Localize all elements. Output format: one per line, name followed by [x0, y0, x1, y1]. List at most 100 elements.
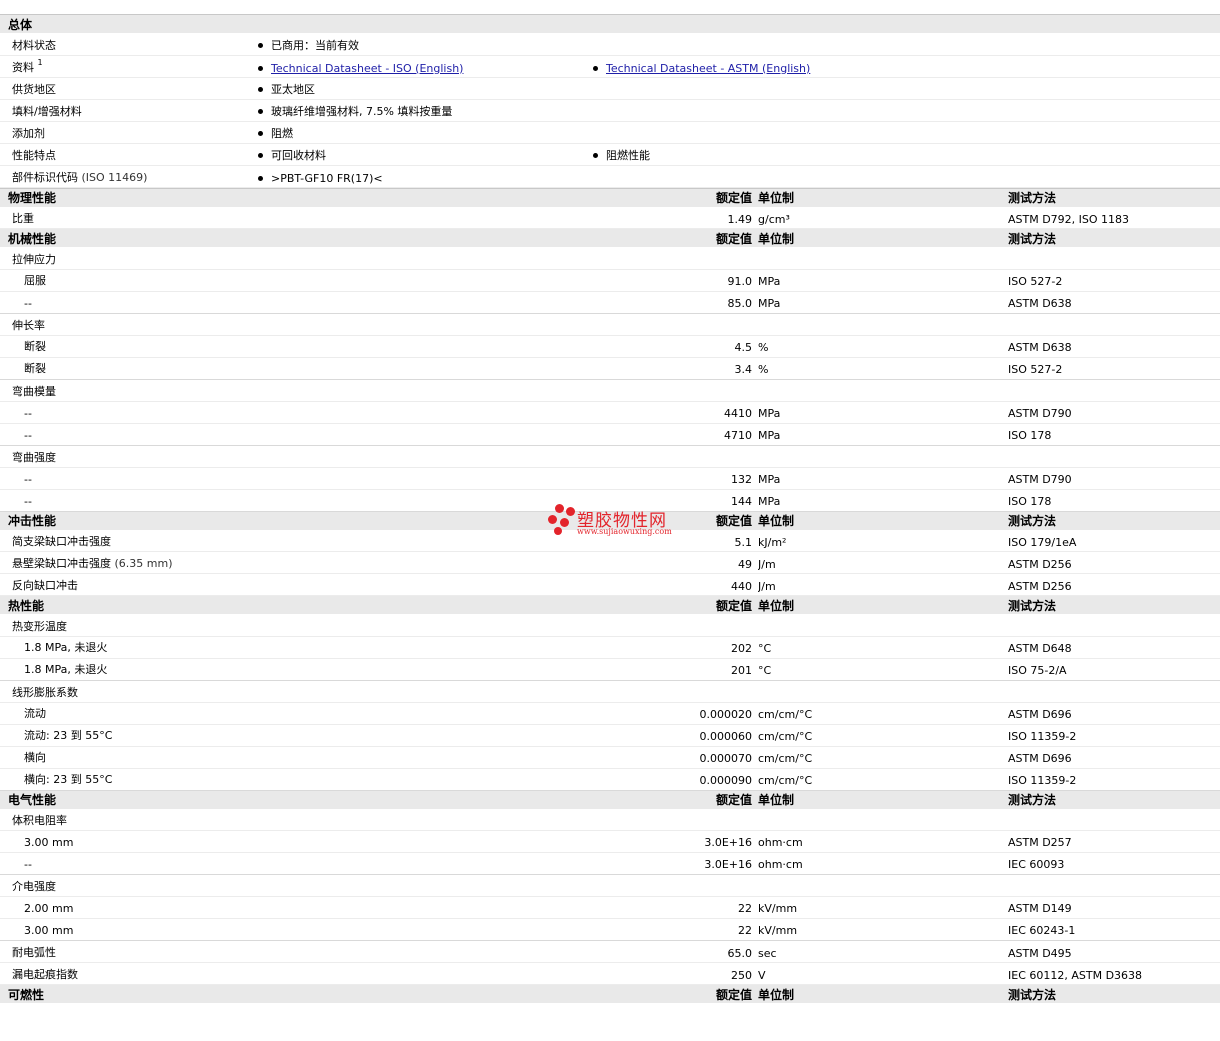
general-row: 材料状态 已商用：当前有效 — [0, 33, 1220, 56]
general-row: 填料/增强材料 玻璃纤维增强材料, 7.5% 填料按重量 — [0, 99, 1220, 122]
property-label: 1.8 MPa, 未退火 — [24, 640, 108, 654]
test-method: IEC 60243-1 — [1008, 924, 1076, 937]
bullet-icon — [258, 175, 263, 181]
bullet-icon — [258, 130, 263, 136]
property-row: -- 3.0E+16 ohm·cm IEC 60093 — [0, 852, 1220, 875]
property-note: (ISO 11469) — [81, 170, 148, 184]
property-value: 阻燃性能 — [606, 148, 650, 162]
test-method: ASTM D257 — [1008, 836, 1072, 849]
property-note: (6.35 mm) — [114, 557, 173, 570]
properties-table: 物理性能 额定值 单位制 测试方法 比重 1.49 g/cm³ ASTM D792, ISO … — [0, 187, 1220, 1003]
property-label: 材料状态 — [12, 38, 56, 52]
property-row: 悬壁梁缺口冲击强度 (6.35 mm) 49 J/m ASTM D256 — [0, 551, 1220, 574]
property-unit: cm/cm/°C — [758, 729, 813, 743]
property-value: 144 — [731, 494, 752, 508]
property-value: 22 — [738, 902, 752, 915]
watermark-url: www.sujiaowuxing.com — [577, 527, 672, 536]
property-value: 22 — [738, 924, 752, 937]
property-label: 资料 — [12, 60, 34, 74]
section-header: 可燃性 额定值 单位制 测试方法 — [0, 984, 1220, 1003]
datasheet-link[interactable]: Technical Datasheet - ASTM (English) — [606, 62, 810, 75]
property-value: 201 — [731, 663, 752, 677]
property-unit: °C — [758, 641, 772, 655]
property-label: 断裂 — [24, 339, 46, 353]
property-unit: V — [758, 969, 766, 982]
header-method: 测试方法 — [1008, 191, 1057, 205]
property-label: 性能特点 — [12, 148, 56, 162]
property-unit: kV/mm — [758, 924, 798, 937]
property-value: 可回收材料 — [271, 148, 326, 162]
property-label: 部件标识代码 — [12, 170, 78, 184]
property-unit: % — [758, 340, 769, 354]
test-method: ISO 527-2 — [1008, 362, 1063, 376]
general-row: 资料 1 Technical Datasheet - ISO (English) T… — [0, 55, 1220, 78]
property-label: 流动: 23 到 55°C — [24, 728, 113, 742]
property-label: 3.00 mm — [24, 924, 74, 937]
property-unit: ohm·cm — [758, 836, 803, 849]
test-method: ASTM D638 — [1008, 340, 1072, 354]
property-row: 横向: 23 到 55°C 0.000090 cm/cm/°C ISO 11359-2 — [0, 768, 1220, 791]
bullet-icon — [258, 86, 263, 92]
property-unit: % — [758, 362, 769, 376]
property-group-row: 弯曲强度 — [0, 445, 1220, 468]
property-unit: cm/cm/°C — [758, 751, 813, 765]
property-row: 比重 1.49 g/cm³ ASTM D792, ISO 1183 — [0, 206, 1220, 229]
property-group-row: 伸长率 — [0, 313, 1220, 336]
property-label: -- — [24, 296, 32, 310]
header-method: 测试方法 — [1008, 793, 1057, 807]
test-method: ASTM D256 — [1008, 580, 1072, 593]
section-title: 电气性能 — [8, 793, 57, 807]
property-label: 介电强度 — [12, 880, 56, 893]
section-title: 物理性能 — [8, 191, 57, 205]
property-row: 流动 0.000020 cm/cm/°C ASTM D696 — [0, 702, 1220, 725]
bullet-icon — [258, 152, 263, 158]
property-value: 65.0 — [727, 947, 753, 960]
logo-dots-icon — [546, 503, 576, 537]
general-table: 总体 材料状态 已商用：当前有效 资料 1 Technical Datasheet - … — [0, 14, 1220, 188]
bullet-icon — [593, 152, 598, 158]
header-unit: 单位制 — [758, 987, 795, 1002]
footnote-mark: 1 — [37, 57, 43, 67]
header-unit: 单位制 — [758, 793, 795, 807]
property-value: 3.0E+16 — [704, 836, 752, 849]
test-method: ASTM D495 — [1008, 947, 1072, 960]
property-row: 2.00 mm 22 kV/mm ASTM D149 — [0, 896, 1220, 919]
property-label: 横向: 23 到 55°C — [24, 772, 113, 786]
property-unit: °C — [758, 663, 772, 677]
property-unit: MPa — [758, 406, 781, 420]
bullet-icon — [258, 65, 263, 71]
property-unit: ohm·cm — [758, 858, 803, 871]
property-value: 91.0 — [727, 274, 753, 288]
header-value: 额定值 — [715, 514, 752, 528]
property-unit: MPa — [758, 274, 781, 288]
test-method: ASTM D790 — [1008, 406, 1072, 420]
property-label: -- — [24, 472, 32, 486]
watermark-logo: 塑胶物性网 www.sujiaowuxing.com — [546, 503, 686, 539]
test-method: ASTM D790 — [1008, 472, 1072, 486]
property-value: 亚太地区 — [271, 82, 315, 96]
section-title: 热性能 — [8, 598, 45, 613]
property-row: -- 4410 MPa ASTM D790 — [0, 401, 1220, 424]
property-label: 1.8 MPa, 未退火 — [24, 662, 108, 676]
datasheet-link[interactable]: Technical Datasheet - ISO (English) — [271, 62, 463, 75]
general-row: 添加剂 阻燃 — [0, 121, 1220, 144]
test-method: ISO 11359-2 — [1008, 729, 1077, 743]
property-value: 132 — [731, 472, 752, 486]
property-row: 流动: 23 到 55°C 0.000060 cm/cm/°C ISO 11359-2 — [0, 724, 1220, 747]
property-label: -- — [24, 428, 32, 442]
header-value: 额定值 — [715, 793, 752, 807]
header-method: 测试方法 — [1008, 231, 1057, 246]
property-label: 反向缺口冲击 — [12, 579, 78, 592]
section-title: 冲击性能 — [8, 514, 57, 528]
section-header: 机械性能 额定值 单位制 测试方法 — [0, 228, 1220, 247]
property-value: 4.5 — [734, 340, 753, 354]
property-label: 简支梁缺口冲击强度 — [12, 535, 111, 548]
test-method: ASTM D696 — [1008, 707, 1072, 721]
property-unit: MPa — [758, 296, 781, 310]
property-label: 伸长率 — [12, 318, 45, 332]
property-row: 断裂 3.4% ISO 527-2 — [0, 357, 1220, 380]
property-label: -- — [24, 858, 32, 871]
test-method: IEC 60112, ASTM D3638 — [1008, 969, 1143, 982]
property-unit: kV/mm — [758, 902, 798, 915]
property-unit: cm/cm/°C — [758, 707, 813, 721]
